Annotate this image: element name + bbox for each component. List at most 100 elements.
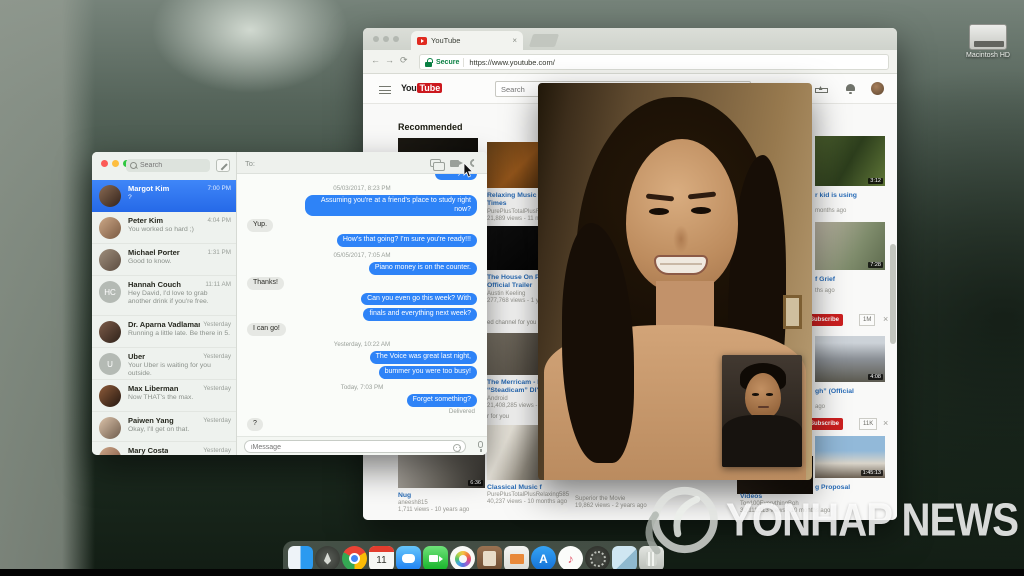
self-view-pip[interactable]: [722, 355, 802, 467]
conversation-name: Margot Kim: [128, 184, 170, 193]
facetime-video-window[interactable]: [538, 83, 812, 480]
conversation-preview: You worked so hard ;): [128, 226, 194, 233]
chat-bubble-incoming: I can go!: [247, 323, 286, 336]
video-duration: 4:08: [868, 374, 883, 380]
conversation-row[interactable]: Paiwen Yang Yesterday Okay, I'll get on …: [92, 412, 236, 442]
window-close-icon[interactable]: [373, 36, 379, 42]
notifications-bell-icon[interactable]: [846, 83, 855, 94]
conversation-time: Yesterday: [203, 353, 231, 360]
caller-eye: [649, 208, 669, 215]
forward-icon[interactable]: →: [385, 55, 394, 65]
conversation-row[interactable]: Dr. Aparna Vadlamani Yesterday Running a…: [92, 316, 236, 348]
browser-tab-strip[interactable]: YouTube ×: [363, 28, 897, 50]
video-thumbnail[interactable]: 1:45:13: [815, 436, 885, 478]
desktop-volume-icon[interactable]: Macintosh HD: [952, 24, 1024, 59]
browser-tab-youtube[interactable]: YouTube ×: [411, 31, 523, 50]
upload-icon[interactable]: [815, 84, 828, 93]
dock-contacts-icon[interactable]: [477, 546, 502, 571]
video-thumbnail[interactable]: 3:12: [815, 136, 885, 186]
conversation-row[interactable]: Michael Porter 1:31 PM Good to know.: [92, 244, 236, 276]
mouse-cursor: [463, 163, 474, 178]
messages-search-input[interactable]: [140, 160, 204, 170]
new-tab-button[interactable]: [528, 34, 560, 47]
conversation-row[interactable]: Max Liberman Yesterday Now THAT's the ma…: [92, 380, 236, 412]
dock-calendar-icon[interactable]: 11: [369, 546, 394, 571]
avatar: [99, 321, 121, 343]
chat-timestamp: Today, 7:03 PM: [340, 384, 384, 391]
secure-lock-icon: [425, 57, 433, 67]
video-title[interactable]: gh” (Official: [815, 388, 885, 396]
dock-itunes-icon[interactable]: ♪: [558, 546, 583, 571]
chat-bubble-outgoing: Assuming you're at a friend's place to s…: [305, 194, 477, 217]
caller-eye: [691, 207, 711, 214]
youtube-logo[interactable]: You Tube: [401, 83, 443, 93]
dock-appstore-icon[interactable]: A: [531, 546, 556, 571]
imessage-input[interactable]: [251, 442, 441, 452]
dock-settings-icon[interactable]: [585, 546, 610, 571]
dock-finder-icon[interactable]: [288, 546, 313, 571]
dock-mail-icon[interactable]: [504, 546, 529, 571]
conversation-row[interactable]: Mary Costa Yesterday That's hilarious.: [92, 442, 236, 455]
hard-drive-icon: [969, 24, 1007, 50]
conversation-row[interactable]: HC Hannah Couch 11:11 AM Hey David, I'd …: [92, 276, 236, 316]
dock-messages-icon[interactable]: [396, 546, 421, 571]
section-label: ed channel for you: [487, 320, 537, 326]
video-channel[interactable]: aneesh815: [398, 500, 488, 506]
dock-downloads-icon[interactable]: [612, 546, 637, 571]
window-minimize-icon[interactable]: [383, 36, 389, 42]
window-zoom-icon[interactable]: [393, 36, 399, 42]
window-close-icon[interactable]: [101, 160, 108, 167]
video-call-icon[interactable]: [450, 160, 463, 167]
account-avatar[interactable]: [871, 82, 884, 95]
conversation-row[interactable]: U Uber Yesterday Your Uber is waiting fo…: [92, 348, 236, 380]
window-minimize-icon[interactable]: [112, 160, 119, 167]
conversation-time: Yesterday: [203, 447, 231, 454]
avatar: [99, 447, 121, 455]
video-title[interactable]: Classical Music f: [487, 484, 573, 492]
video-thumbnail[interactable]: 4:08: [815, 336, 885, 382]
messages-window: Margot Kim 7:00 PM ? Peter Kim 4:04 PM Y…: [92, 152, 487, 455]
dock-facetime-icon[interactable]: [423, 546, 448, 571]
caller-nose: [673, 225, 689, 253]
video-thumbnail[interactable]: 6:36: [398, 450, 485, 488]
video-thumbnail[interactable]: 7:28: [815, 222, 885, 270]
conversation-row[interactable]: Peter Kim 4:04 PM You worked so hard ;): [92, 212, 236, 244]
avatar: [99, 217, 121, 239]
conversation-name: Mary Costa: [128, 446, 169, 455]
emoji-picker-icon[interactable]: [453, 443, 461, 452]
video-title[interactable]: r kid is using: [815, 192, 885, 200]
scrollbar-thumb[interactable]: [890, 244, 896, 344]
letterbox-bar: [0, 569, 1024, 576]
chat-bubble-incoming: Yup.: [247, 218, 274, 232]
to-label: To:: [245, 159, 256, 168]
imessage-input-field[interactable]: [244, 440, 466, 453]
dismiss-icon[interactable]: ×: [883, 314, 888, 324]
microphone-icon[interactable]: [478, 441, 483, 452]
conversation-name: Uber: [128, 352, 146, 361]
video-duration: 1:45:13: [860, 470, 883, 476]
url-field[interactable]: Secure https://www.youtube.com/: [419, 54, 889, 70]
compose-new-message-button[interactable]: [216, 159, 230, 172]
reload-icon[interactable]: ⟳: [400, 55, 408, 66]
screen-share-icon[interactable]: [430, 159, 445, 171]
menu-hamburger-icon[interactable]: [379, 86, 391, 94]
conversation-row[interactable]: Margot Kim 7:00 PM ?: [92, 180, 236, 212]
video-duration: 7:28: [868, 262, 883, 268]
tab-close-icon[interactable]: ×: [512, 36, 517, 45]
back-icon[interactable]: ←: [371, 55, 380, 65]
dismiss-icon[interactable]: ×: [883, 418, 888, 428]
dock-photos-icon[interactable]: [450, 546, 475, 571]
caller-eyebrow: [645, 193, 675, 202]
conversation-time: 7:00 PM: [207, 185, 231, 192]
conversation-preview: Okay, I'll get on that.: [128, 426, 190, 433]
search-icon: [130, 162, 137, 169]
video-title[interactable]: f Grief: [815, 276, 885, 284]
conversation-time: Yesterday: [203, 385, 231, 392]
message-thread: Love you. 05/03/2017, 8:23 PM Assuming y…: [237, 174, 487, 435]
dock-launchpad-icon[interactable]: [315, 546, 340, 571]
messages-search-box[interactable]: [126, 159, 210, 172]
self-mouth: [758, 406, 769, 408]
subscriber-count: 11K: [859, 418, 878, 430]
video-title[interactable]: Nug: [398, 492, 484, 500]
dock-chrome-icon[interactable]: [342, 546, 367, 571]
